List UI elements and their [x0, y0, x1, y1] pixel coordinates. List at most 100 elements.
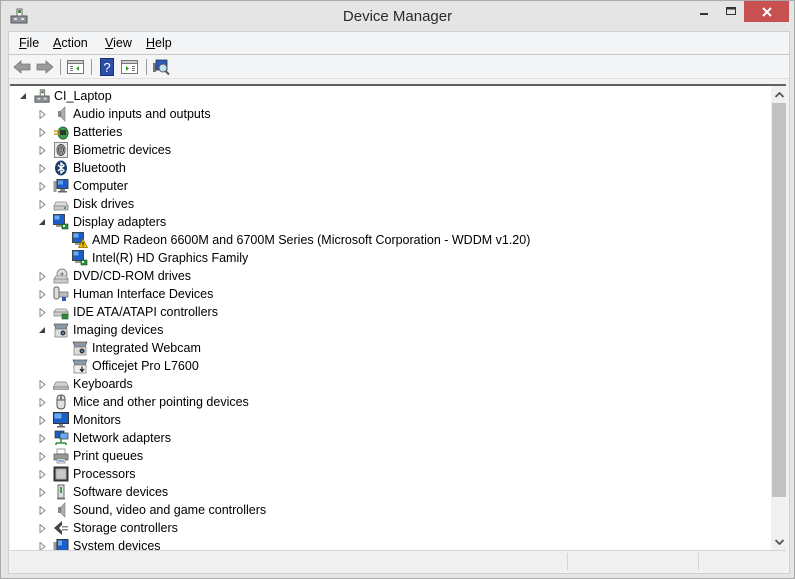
collapsed-triangle-icon[interactable] — [37, 541, 47, 550]
collapsed-triangle-icon[interactable] — [37, 307, 47, 317]
display-adapter-warning-icon — [72, 232, 88, 248]
tree-device[interactable]: Intel(R) HD Graphics Family — [56, 249, 248, 267]
menu-label-rest: iew — [113, 36, 132, 50]
show-hide-action-pane-button[interactable] — [120, 57, 140, 77]
tree-item-label: Intel(R) HD Graphics Family — [92, 251, 249, 265]
tree-category[interactable]: Processors — [37, 465, 136, 483]
tree-category[interactable]: DVD/CD-ROM drives — [37, 267, 191, 285]
tree-item-label: Disk drives — [73, 197, 135, 211]
scroll-thumb[interactable] — [772, 103, 786, 497]
scan-hardware-changes-button[interactable] — [151, 57, 171, 77]
expanded-triangle-icon[interactable] — [37, 217, 47, 227]
storage-controller-icon — [53, 520, 69, 536]
tree-category[interactable]: Audio inputs and outputs — [37, 105, 211, 123]
tree-device[interactable]: Officejet Pro L7600 — [56, 357, 199, 375]
collapsed-triangle-icon[interactable] — [37, 451, 47, 461]
tree-root-label: CI_Laptop — [54, 89, 112, 103]
tree-category[interactable]: System devices — [37, 537, 161, 550]
tree-item-label: Human Interface Devices — [73, 287, 214, 301]
tree-category[interactable]: Display adapters — [37, 213, 166, 231]
tree-root[interactable]: CI_Laptop — [18, 87, 112, 105]
tree-item-label: Display adapters — [73, 215, 167, 229]
menu-help[interactable]: Help — [146, 36, 172, 50]
tree-category[interactable]: Mice and other pointing devices — [37, 393, 249, 411]
computer-root-icon — [34, 88, 50, 104]
collapsed-triangle-icon[interactable] — [37, 199, 47, 209]
battery-icon — [53, 124, 69, 140]
collapsed-triangle-icon[interactable] — [37, 469, 47, 479]
collapsed-triangle-icon[interactable] — [37, 505, 47, 515]
vertical-scrollbar[interactable] — [771, 86, 786, 550]
scroll-down-button[interactable] — [771, 533, 786, 550]
scroll-up-button[interactable] — [771, 86, 786, 103]
tree-category[interactable]: Storage controllers — [37, 519, 178, 537]
back-button[interactable] — [12, 57, 32, 77]
tree-category[interactable]: Monitors — [37, 411, 121, 429]
collapsed-triangle-icon[interactable] — [37, 289, 47, 299]
collapsed-triangle-icon[interactable] — [37, 379, 47, 389]
tree-item-label: Integrated Webcam — [92, 341, 201, 355]
disk-drive-icon — [53, 196, 69, 212]
collapsed-triangle-icon[interactable] — [37, 271, 47, 281]
tree-category[interactable]: Sound, video and game controllers — [37, 501, 266, 519]
device-tree-view[interactable]: CI_Laptop Audio inputs and outputs Batter… — [10, 84, 786, 550]
tree-item-label: Storage controllers — [73, 521, 178, 535]
menu-accel: V — [105, 36, 114, 50]
arrow-left-icon — [13, 60, 31, 74]
title-bar[interactable]: Device Manager — [1, 1, 794, 31]
collapsed-triangle-icon[interactable] — [37, 523, 47, 533]
tree-category[interactable]: Disk drives — [37, 195, 134, 213]
tree-category[interactable]: Software devices — [37, 483, 168, 501]
tree-category[interactable]: Batteries — [37, 123, 122, 141]
tree-category[interactable]: Human Interface Devices — [37, 285, 213, 303]
ide-controller-icon — [53, 304, 69, 320]
toolbar-separator — [60, 59, 61, 75]
tree-category[interactable]: Bluetooth — [37, 159, 126, 177]
maximize-button[interactable] — [717, 1, 745, 22]
processor-icon — [53, 466, 69, 482]
tree-category[interactable]: Imaging devices — [37, 321, 163, 339]
menu-view[interactable]: View — [105, 36, 132, 50]
show-hide-console-tree-button[interactable] — [66, 57, 86, 77]
tree-category[interactable]: Computer — [37, 177, 128, 195]
tree-item-label: Batteries — [73, 125, 123, 139]
tree-category[interactable]: Network adapters — [37, 429, 171, 447]
hid-icon — [53, 286, 69, 302]
collapsed-triangle-icon[interactable] — [37, 415, 47, 425]
menu-label-rest: ction — [61, 36, 88, 50]
printer-icon — [53, 448, 69, 464]
help-icon: ? — [100, 58, 114, 76]
help-button[interactable]: ? — [97, 57, 117, 77]
collapsed-triangle-icon[interactable] — [37, 397, 47, 407]
menu-action[interactable]: Action — [53, 36, 88, 50]
expanded-triangle-icon[interactable] — [37, 325, 47, 335]
collapsed-triangle-icon[interactable] — [37, 163, 47, 173]
collapsed-triangle-icon[interactable] — [37, 433, 47, 443]
collapsed-triangle-icon[interactable] — [37, 145, 47, 155]
collapsed-triangle-icon[interactable] — [37, 487, 47, 497]
scanner-icon — [72, 358, 88, 374]
menu-file[interactable]: File — [19, 36, 39, 50]
tree-device[interactable]: AMD Radeon 6600M and 6700M Series (Micro… — [56, 231, 530, 249]
collapsed-triangle-icon[interactable] — [37, 127, 47, 137]
tree-item-label: Imaging devices — [73, 323, 164, 337]
collapsed-triangle-icon[interactable] — [37, 181, 47, 191]
expanded-triangle-icon[interactable] — [18, 91, 28, 101]
toolbar-separator — [146, 59, 147, 75]
tree-category[interactable]: IDE ATA/ATAPI controllers — [37, 303, 218, 321]
bluetooth-icon — [53, 160, 69, 176]
display-adapter-icon — [53, 214, 69, 230]
tree-item-label: Network adapters — [73, 431, 171, 445]
collapsed-triangle-icon[interactable] — [37, 109, 47, 119]
tree-device[interactable]: Integrated Webcam — [56, 339, 201, 357]
tree-category[interactable]: Print queues — [37, 447, 143, 465]
tree-item-label: Keyboards — [73, 377, 133, 391]
software-device-icon — [53, 484, 69, 500]
tree-item-label: DVD/CD-ROM drives — [73, 269, 192, 283]
minimize-button[interactable] — [690, 1, 718, 22]
tree-category[interactable]: Biometric devices — [37, 141, 171, 159]
status-pane-2 — [567, 553, 698, 570]
close-button[interactable] — [744, 1, 789, 22]
forward-button[interactable] — [35, 57, 55, 77]
tree-category[interactable]: Keyboards — [37, 375, 133, 393]
